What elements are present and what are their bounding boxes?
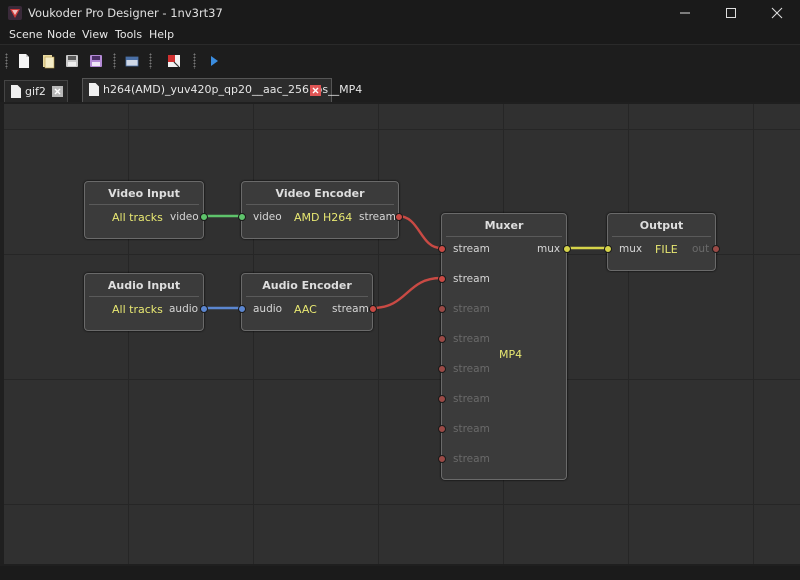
menu-tools[interactable]: Tools xyxy=(115,28,142,41)
audio-encoder-node[interactable]: Audio Encoder audio AAC stream xyxy=(238,273,377,331)
stream-input-port[interactable] xyxy=(438,455,446,463)
menu-bar: Scene Node View Tools Help xyxy=(0,26,800,44)
port-label: audio xyxy=(169,303,199,315)
menu-help[interactable]: Help xyxy=(149,28,174,41)
node-title: Video Input xyxy=(108,187,180,200)
maximize-button[interactable] xyxy=(708,0,754,26)
voukoder-logo-icon xyxy=(8,6,22,20)
node-title: Video Encoder xyxy=(275,187,365,200)
stream-input-port[interactable] xyxy=(438,365,446,373)
stream-input-port[interactable] xyxy=(438,275,446,283)
port-label: stream xyxy=(453,423,490,435)
node-title: Muxer xyxy=(484,219,524,232)
node-title: Audio Encoder xyxy=(262,279,352,292)
audio-input-node[interactable]: Audio Input All tracks audio xyxy=(84,273,208,331)
tab-current-scene[interactable]: h264(AMD)_yuv420p_qp20__aac_256kbs__MP4 xyxy=(82,78,362,102)
menu-node[interactable]: Node xyxy=(47,28,76,41)
document-icon xyxy=(11,85,21,98)
video-input-node[interactable]: Video Input All tracks video xyxy=(84,181,208,239)
toolbar-grip[interactable] xyxy=(5,53,8,69)
tab-gif2[interactable]: gif2 xyxy=(4,80,68,102)
divider xyxy=(89,296,199,297)
audio-input-port[interactable] xyxy=(238,305,246,313)
menu-view[interactable]: View xyxy=(82,28,108,41)
node-value[interactable]: All tracks xyxy=(112,211,163,224)
port-label: stream xyxy=(453,333,490,345)
tab-label: h264(AMD)_yuv420p_qp20__aac_256kbs__MP4 xyxy=(103,83,363,96)
port-label: stream xyxy=(453,303,490,315)
port-label: stream xyxy=(453,243,490,255)
stream-output-port[interactable] xyxy=(369,305,377,313)
video-input-port[interactable] xyxy=(238,213,246,221)
node-value[interactable]: AAC xyxy=(294,303,317,316)
port-label: stream xyxy=(359,211,396,223)
port-label: stream xyxy=(453,273,490,285)
divider xyxy=(89,204,199,205)
minimize-button[interactable] xyxy=(662,0,708,26)
video-output-port[interactable] xyxy=(200,213,208,221)
port-label: stream xyxy=(332,303,369,315)
tab-label: gif2 xyxy=(25,85,46,98)
node-title: Audio Input xyxy=(107,279,181,292)
stream-input-port[interactable] xyxy=(438,335,446,343)
window-title: Voukoder Pro Designer - 1nv3rt37 xyxy=(28,6,223,20)
divider xyxy=(612,236,711,237)
mux-input-port[interactable] xyxy=(604,245,612,253)
status-bar xyxy=(0,566,800,580)
port-label: video xyxy=(253,211,282,223)
port-label: video xyxy=(170,211,199,223)
close-window-button[interactable] xyxy=(754,0,800,26)
save-icon[interactable] xyxy=(64,53,80,69)
stream-input-port[interactable] xyxy=(438,245,446,253)
tab-strip: gif2 h264(AMD)_yuv420p_qp20__aac_256kbs_… xyxy=(0,76,800,102)
node-value[interactable]: AMD H264 xyxy=(294,211,352,224)
close-icon xyxy=(771,7,783,19)
out-output-port[interactable] xyxy=(712,245,720,253)
stream-input-port[interactable] xyxy=(438,305,446,313)
node-value[interactable]: All tracks xyxy=(112,303,163,316)
toolbar-grip[interactable] xyxy=(113,53,116,69)
node-title: Output xyxy=(639,219,684,232)
minimize-icon xyxy=(680,12,690,14)
stream-output-port[interactable] xyxy=(395,213,403,221)
run-icon[interactable] xyxy=(206,53,222,69)
divider xyxy=(446,236,562,237)
canvas-frame xyxy=(0,102,800,566)
close-tab-icon[interactable] xyxy=(52,86,63,97)
output-node[interactable]: Output mux FILE out xyxy=(604,213,720,271)
menu-scene[interactable]: Scene xyxy=(9,28,43,41)
title-bar: Voukoder Pro Designer - 1nv3rt37 xyxy=(0,0,800,26)
divider xyxy=(246,204,394,205)
toolbar xyxy=(0,44,800,77)
port-label: stream xyxy=(453,393,490,405)
port-label: mux xyxy=(537,243,561,255)
divider xyxy=(246,296,368,297)
open-file-icon[interactable] xyxy=(40,53,56,69)
maximize-icon xyxy=(726,8,736,18)
port-label: stream xyxy=(453,363,490,375)
video-encoder-node[interactable]: Video Encoder video AMD H264 stream xyxy=(238,181,403,239)
port-label: out xyxy=(692,243,710,255)
export-icon[interactable] xyxy=(166,53,182,69)
node-canvas[interactable] xyxy=(4,104,800,564)
node-value[interactable]: FILE xyxy=(655,243,678,256)
node-value[interactable]: MP4 xyxy=(499,348,522,361)
close-tab-icon[interactable] xyxy=(310,85,321,96)
port-label: stream xyxy=(453,453,490,465)
stream-input-port[interactable] xyxy=(438,425,446,433)
toolbar-grip[interactable] xyxy=(193,53,196,69)
toolbar-grip[interactable] xyxy=(149,53,152,69)
stream-input-port[interactable] xyxy=(438,395,446,403)
audio-output-port[interactable] xyxy=(200,305,208,313)
mux-output-port[interactable] xyxy=(563,245,571,253)
new-file-icon[interactable] xyxy=(16,53,32,69)
window-tool-icon[interactable] xyxy=(124,53,140,69)
muxer-node[interactable]: Muxer stream stream stream stream stream… xyxy=(438,213,571,480)
save-as-icon[interactable] xyxy=(88,53,104,69)
port-label: audio xyxy=(253,303,283,315)
document-icon xyxy=(89,83,99,96)
port-label: mux xyxy=(619,243,643,255)
